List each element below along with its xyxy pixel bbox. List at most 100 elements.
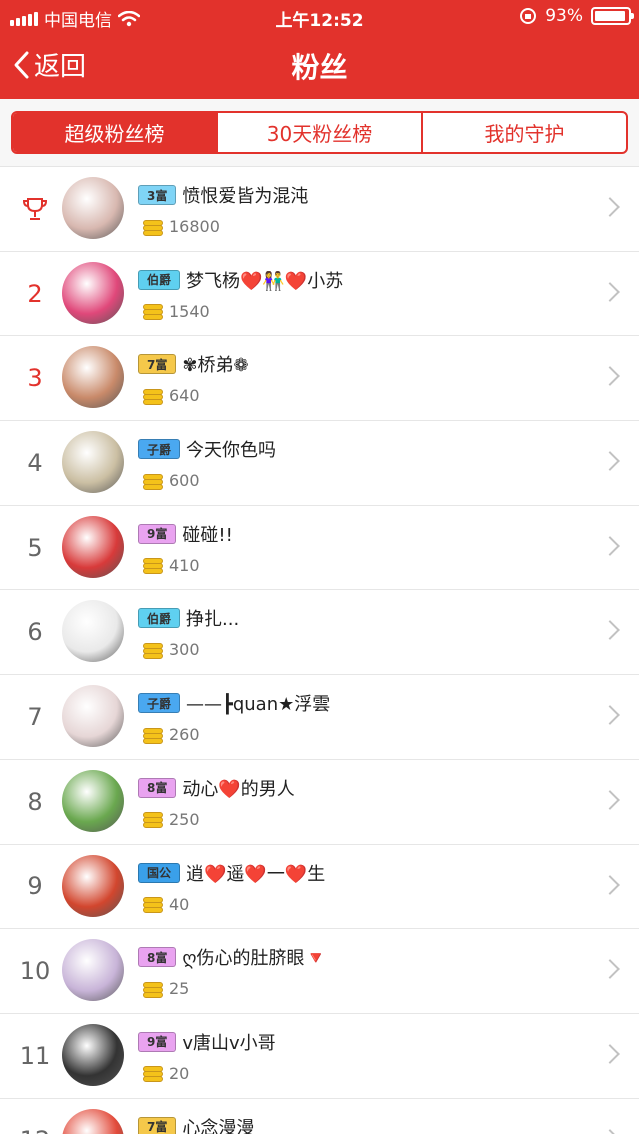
coin-value: 16800 <box>169 217 220 236</box>
level-badge: 9富 <box>138 1031 177 1052</box>
fan-row[interactable]: 9 国公 逍❤️遥❤️一❤️生 40 <box>0 845 639 930</box>
coin-value: 1540 <box>169 301 210 321</box>
coin-stack-icon <box>143 1064 163 1083</box>
avatar[interactable] <box>62 515 124 578</box>
coin-count: 40 <box>143 895 189 914</box>
level-badge: 伯爵 <box>138 269 181 290</box>
rank-number: 4 <box>27 448 43 477</box>
coin-value: 250 <box>169 809 200 829</box>
chevron-right-icon <box>600 1128 620 1134</box>
level-badge: 3富 <box>138 185 177 205</box>
avatar[interactable] <box>62 939 124 1002</box>
coin-stack-icon <box>143 895 163 913</box>
name-line: 8富 动心❤️的男人 <box>138 775 295 801</box>
level-badge: 国公 <box>138 862 181 883</box>
avatar[interactable] <box>62 600 124 663</box>
avatar[interactable] <box>62 854 124 917</box>
status-bar: 中国电信 上午12:52 93% <box>0 0 639 32</box>
avatar[interactable] <box>62 431 124 494</box>
name-line: 3富 愤恨爱皆为混沌 <box>138 182 308 208</box>
battery-icon <box>591 7 634 25</box>
chevron-right-icon <box>600 1043 620 1064</box>
fan-row[interactable]: 11 9富 v唐山v小哥 20 <box>0 1014 639 1099</box>
name-line: 子爵 今天你色吗 <box>138 436 276 462</box>
coin-count: 250 <box>143 810 200 829</box>
coin-stack-icon <box>143 472 163 490</box>
fan-row[interactable]: 2 伯爵 梦飞杨❤️👫❤️小苏 1540 <box>0 252 639 337</box>
level-badge: 子爵 <box>138 693 181 714</box>
chevron-right-icon <box>600 705 620 726</box>
coin-stack-icon <box>143 980 163 998</box>
coin-value: 410 <box>169 555 200 575</box>
fan-row[interactable]: 7 子爵 ——┣quan★浮雲 260 <box>0 675 639 760</box>
chevron-right-icon <box>600 281 620 302</box>
fan-name: 今天你色吗 <box>186 440 277 462</box>
chevron-right-icon <box>600 789 620 810</box>
fan-row[interactable]: 3 7富 ✾桥弟❁ 640 <box>0 336 639 422</box>
chevron-right-icon <box>600 451 620 471</box>
rank-number: 9 <box>27 872 43 901</box>
fan-name: ——┣quan★浮雲 <box>186 694 331 716</box>
coin-stack-icon <box>143 387 163 405</box>
fan-name: 心念漫漫 <box>182 1117 255 1134</box>
coin-value: 20 <box>169 1063 190 1083</box>
tab-30-day-fans[interactable]: 30天粉丝榜 <box>218 113 423 152</box>
fan-row[interactable]: 12 7富心念漫漫 <box>0 1099 639 1134</box>
fan-row[interactable]: 5 9富 碰碰!! 410 <box>0 506 639 591</box>
fan-row[interactable]: 4 子爵 今天你色吗 600 <box>0 421 639 506</box>
name-line: 9富 碰碰!! <box>138 521 233 547</box>
coin-count: 410 <box>143 556 200 575</box>
fan-name: 碰碰!! <box>182 524 233 546</box>
rank-number: 3 <box>27 364 43 393</box>
rank-number: 10 <box>19 957 51 986</box>
chevron-right-icon <box>600 535 620 556</box>
nav-bar: 返回 粉丝 <box>0 32 639 99</box>
chevron-right-icon <box>600 197 620 217</box>
coin-count: 640 <box>143 386 200 405</box>
fan-row[interactable]: 8 8富 动心❤️的男人 250 <box>0 760 639 845</box>
app-header: 中国电信 上午12:52 93% 返回 粉丝 <box>0 0 639 99</box>
fan-name: 梦飞杨❤️👫❤️小苏 <box>186 270 344 292</box>
avatar[interactable] <box>62 1023 124 1086</box>
name-line: 国公 逍❤️遥❤️一❤️生 <box>138 860 325 886</box>
name-line: 7富 ✾桥弟❁ <box>138 351 249 377</box>
fan-row[interactable]: 6 伯爵 挣扎... 300 <box>0 590 639 676</box>
tab-super-fans[interactable]: 超级粉丝榜 <box>13 113 218 152</box>
fan-name: 动心❤️的男人 <box>182 778 295 800</box>
fan-name: 逍❤️遥❤️一❤️生 <box>186 863 326 885</box>
coin-stack-icon <box>143 810 163 829</box>
avatar[interactable] <box>62 346 124 409</box>
name-line: 7富 心念漫漫 <box>138 1114 254 1134</box>
avatar[interactable] <box>62 769 124 832</box>
level-badge: 7富 <box>138 354 177 375</box>
coin-value: 25 <box>169 979 190 999</box>
coin-count: 260 <box>143 725 200 744</box>
orientation-lock-icon <box>520 8 537 24</box>
fan-name: 愤恨爱皆为混沌 <box>182 186 309 207</box>
chevron-right-icon <box>600 874 620 895</box>
name-line: 伯爵 梦飞杨❤️👫❤️小苏 <box>138 267 343 293</box>
fan-list: 3富 愤恨爱皆为混沌 16800 2 伯爵 梦飞杨❤️👫❤️小苏 1540 3 7富 ✾桥弟❁ 64… <box>0 167 639 1134</box>
coin-stack-icon <box>143 641 163 659</box>
chevron-right-icon <box>600 620 620 641</box>
rank-number: 6 <box>27 618 43 647</box>
avatar[interactable] <box>62 685 124 748</box>
tab-my-guard[interactable]: 我的守护 <box>423 113 626 152</box>
avatar[interactable] <box>62 177 124 239</box>
coin-stack-icon <box>143 302 163 321</box>
fan-name: ✾桥弟❁ <box>182 355 249 377</box>
coin-count: 600 <box>143 471 200 490</box>
fan-row[interactable]: 10 8富 ღ伤心的肚脐眼🔻 25 <box>0 929 639 1014</box>
level-badge: 8富 <box>138 947 177 968</box>
fan-row[interactable]: 3富 愤恨爱皆为混沌 16800 <box>0 167 639 252</box>
rank-number: 7 <box>27 702 43 731</box>
chevron-right-icon <box>600 959 620 980</box>
name-line: 伯爵 挣扎... <box>138 605 239 631</box>
fan-name: ღ伤心的肚脐眼🔻 <box>182 948 327 970</box>
rank-number <box>0 167 70 251</box>
avatar[interactable] <box>62 261 124 324</box>
level-badge: 伯爵 <box>138 608 181 629</box>
avatar[interactable] <box>62 1108 124 1134</box>
coin-count: 25 <box>143 979 189 998</box>
coin-count: 300 <box>143 640 200 659</box>
